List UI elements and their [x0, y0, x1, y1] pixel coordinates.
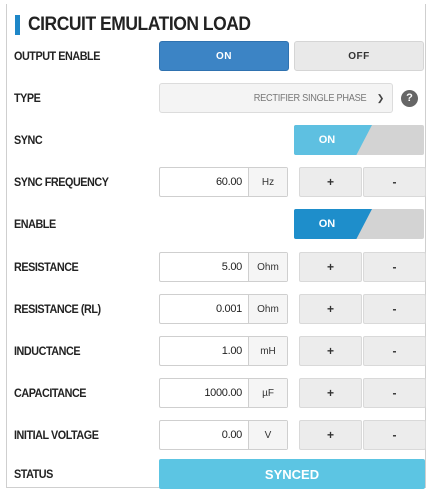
panel-title: CIRCUIT EMULATION LOAD — [28, 14, 251, 35]
status-row: STATUS SYNCED — [7, 459, 425, 489]
initial-voltage-row: INITIAL VOLTAGE 0.00 V + - — [7, 420, 426, 450]
resistance-rl-input[interactable]: 0.001 — [160, 295, 248, 323]
initial-voltage-input[interactable]: 0.00 — [160, 421, 248, 449]
question-circle-icon[interactable]: ? — [401, 89, 418, 107]
sync-toggle[interactable]: ON — [294, 125, 424, 155]
initial-voltage-label: INITIAL VOLTAGE — [14, 428, 99, 442]
type-label: TYPE — [14, 91, 41, 105]
initial-voltage-unit: V — [248, 421, 287, 449]
resistance-plus-button[interactable]: + — [299, 252, 362, 282]
status-label: STATUS — [14, 467, 53, 481]
circuit-emulation-panel: CIRCUIT EMULATION LOAD OUTPUT ENABLE ON … — [6, 4, 426, 489]
resistance-rl-row: RESISTANCE (RL) 0.001 Ohm + - — [7, 294, 426, 324]
sync-frequency-row: SYNC FREQUENCY 60.00 Hz + - — [7, 167, 426, 197]
inductance-input-group: 1.00 mH — [159, 336, 288, 366]
resistance-minus-button[interactable]: - — [363, 252, 426, 282]
inductance-plus-button[interactable]: + — [299, 336, 362, 366]
resistance-rl-input-group: 0.001 Ohm — [159, 294, 288, 324]
inductance-input[interactable]: 1.00 — [160, 337, 248, 365]
capacitance-plus-button[interactable]: + — [299, 378, 362, 408]
enable-toggle-on: ON — [294, 209, 372, 239]
sync-frequency-plus-button[interactable]: + — [299, 167, 362, 197]
inductance-label: INDUCTANCE — [14, 344, 81, 358]
resistance-rl-label: RESISTANCE (RL) — [14, 302, 101, 316]
enable-label: ENABLE — [14, 217, 56, 231]
title-accent-bar — [15, 15, 20, 35]
resistance-unit: Ohm — [248, 253, 287, 281]
sync-frequency-label: SYNC FREQUENCY — [14, 175, 109, 189]
sync-frequency-input[interactable]: 60.00 — [160, 168, 248, 196]
sync-row: SYNC ON — [7, 125, 425, 155]
chevron-down-icon: ❯ — [376, 92, 385, 103]
output-enable-row: OUTPUT ENABLE ON OFF — [7, 41, 425, 71]
sync-frequency-input-group: 60.00 Hz — [159, 167, 288, 197]
capacitance-row: CAPACITANCE 1000.00 µF + - — [7, 378, 426, 408]
resistance-input-group: 5.00 Ohm — [159, 252, 288, 282]
type-select[interactable]: RECTIFIER SINGLE PHASE ❯ — [159, 83, 393, 113]
capacitance-minus-button[interactable]: - — [363, 378, 426, 408]
inductance-unit: mH — [248, 337, 287, 365]
capacitance-input-group: 1000.00 µF — [159, 378, 288, 408]
panel-header: CIRCUIT EMULATION LOAD — [7, 12, 425, 38]
sync-toggle-on: ON — [294, 125, 372, 155]
initial-voltage-input-group: 0.00 V — [159, 420, 288, 450]
initial-voltage-minus-button[interactable]: - — [363, 420, 426, 450]
enable-toggle[interactable]: ON — [294, 209, 424, 239]
sync-frequency-minus-button[interactable]: - — [363, 167, 426, 197]
enable-row: ENABLE ON — [7, 209, 425, 239]
sync-frequency-unit: Hz — [248, 168, 287, 196]
resistance-rl-unit: Ohm — [248, 295, 287, 323]
capacitance-unit: µF — [248, 379, 287, 407]
output-off-button[interactable]: OFF — [294, 41, 424, 71]
initial-voltage-plus-button[interactable]: + — [299, 420, 362, 450]
status-badge: SYNCED — [159, 459, 425, 489]
inductance-minus-button[interactable]: - — [363, 336, 426, 366]
sync-label: SYNC — [14, 133, 43, 147]
resistance-rl-plus-button[interactable]: + — [299, 294, 362, 324]
inductance-row: INDUCTANCE 1.00 mH + - — [7, 336, 426, 366]
output-on-button[interactable]: ON — [159, 41, 289, 71]
capacitance-label: CAPACITANCE — [14, 386, 87, 400]
type-select-value: RECTIFIER SINGLE PHASE — [254, 92, 367, 104]
resistance-row: RESISTANCE 5.00 Ohm + - — [7, 252, 426, 282]
capacitance-input[interactable]: 1000.00 — [160, 379, 248, 407]
resistance-input[interactable]: 5.00 — [160, 253, 248, 281]
output-enable-label: OUTPUT ENABLE — [14, 49, 100, 63]
type-row: TYPE RECTIFIER SINGLE PHASE ❯ ? — [7, 83, 425, 113]
resistance-rl-minus-button[interactable]: - — [363, 294, 426, 324]
resistance-label: RESISTANCE — [14, 260, 79, 274]
